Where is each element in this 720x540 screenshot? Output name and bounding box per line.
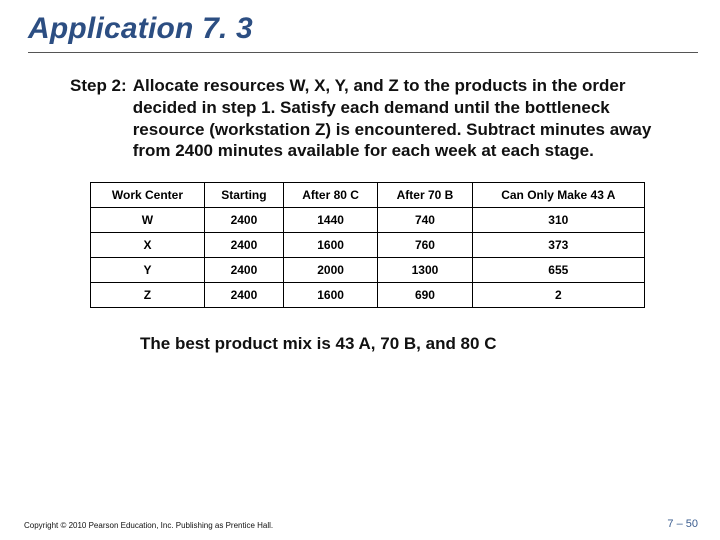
slide-title: Application 7. 3 xyxy=(0,0,720,52)
cell: 1600 xyxy=(283,283,377,308)
col-after80c: After 80 C xyxy=(283,183,377,208)
cell: 1440 xyxy=(283,208,377,233)
table-row: Z 2400 1600 690 2 xyxy=(91,283,645,308)
step-body: Allocate resources W, X, Y, and Z to the… xyxy=(133,75,674,162)
cell: 310 xyxy=(472,208,644,233)
cell-wc: W xyxy=(91,208,205,233)
cell: 2400 xyxy=(204,258,283,283)
cell: 2400 xyxy=(204,233,283,258)
page-number: 7 – 50 xyxy=(667,518,698,530)
cell: 2400 xyxy=(204,283,283,308)
cell: 655 xyxy=(472,258,644,283)
cell: 1300 xyxy=(378,258,472,283)
col-after70b: After 70 B xyxy=(378,183,472,208)
cell: 760 xyxy=(378,233,472,258)
col-starting: Starting xyxy=(204,183,283,208)
col-workcenter: Work Center xyxy=(91,183,205,208)
cell: 2 xyxy=(472,283,644,308)
copyright-text: Copyright © 2010 Pearson Education, Inc.… xyxy=(24,521,273,530)
cell: 2400 xyxy=(204,208,283,233)
conclusion-text: The best product mix is 43 A, 70 B, and … xyxy=(0,308,720,354)
step-block: Step 2: Allocate resources W, X, Y, and … xyxy=(0,53,720,162)
cell: 373 xyxy=(472,233,644,258)
step-row: Step 2: Allocate resources W, X, Y, and … xyxy=(70,75,674,162)
cell-wc: X xyxy=(91,233,205,258)
allocation-table: Work Center Starting After 80 C After 70… xyxy=(90,182,645,308)
slide: Application 7. 3 Step 2: Allocate resour… xyxy=(0,0,720,540)
cell-wc: Y xyxy=(91,258,205,283)
step-label: Step 2: xyxy=(70,75,133,162)
cell: 690 xyxy=(378,283,472,308)
cell: 2000 xyxy=(283,258,377,283)
cell: 740 xyxy=(378,208,472,233)
table-row: X 2400 1600 760 373 xyxy=(91,233,645,258)
cell-wc: Z xyxy=(91,283,205,308)
col-make43a: Can Only Make 43 A xyxy=(472,183,644,208)
cell: 1600 xyxy=(283,233,377,258)
table-row: W 2400 1440 740 310 xyxy=(91,208,645,233)
table-row: Y 2400 2000 1300 655 xyxy=(91,258,645,283)
table-header-row: Work Center Starting After 80 C After 70… xyxy=(91,183,645,208)
